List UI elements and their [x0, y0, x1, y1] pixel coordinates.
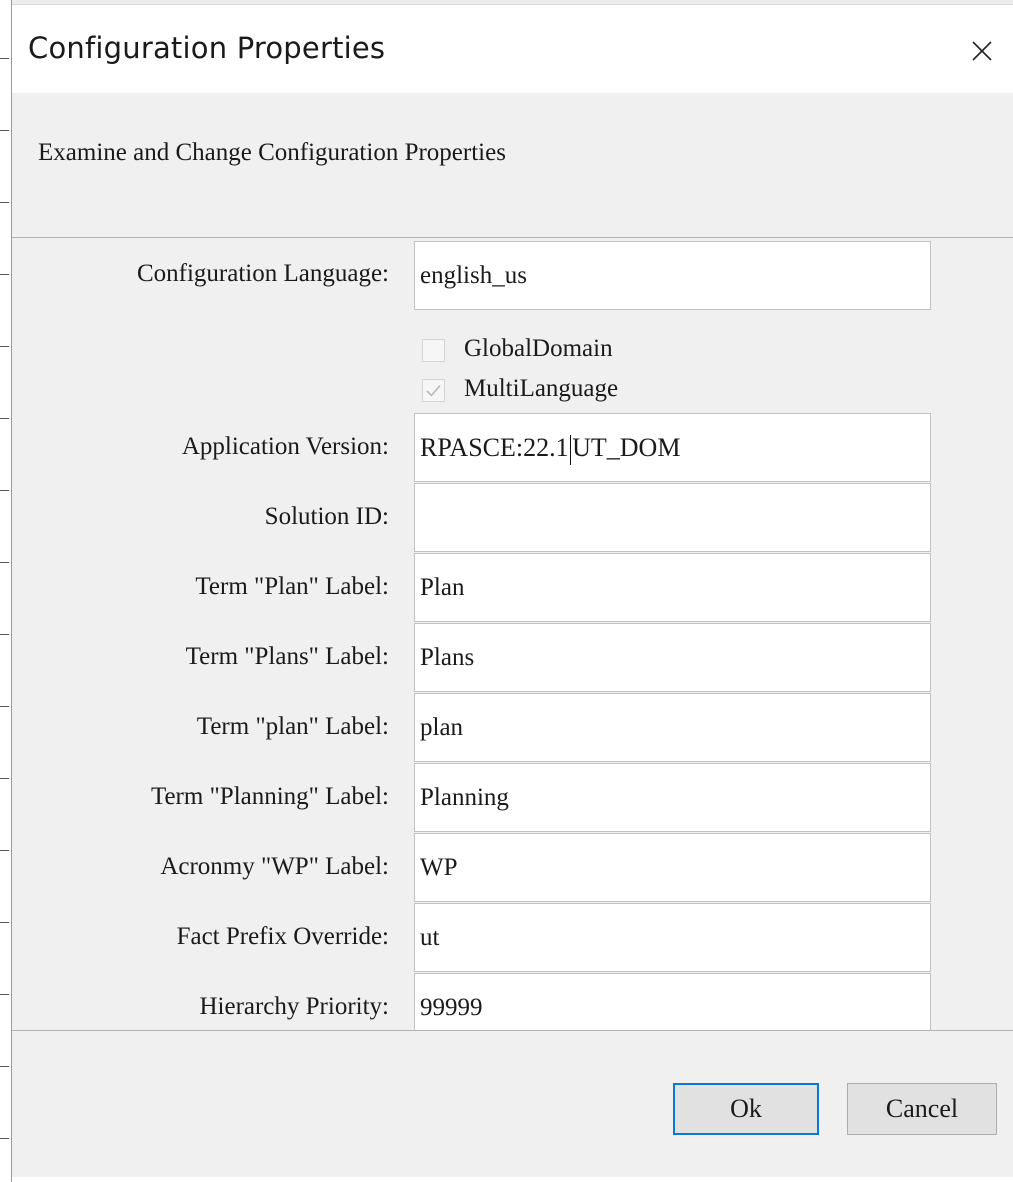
edge-tick: [0, 346, 9, 347]
close-button[interactable]: [966, 35, 998, 67]
solution-id-field[interactable]: [414, 483, 931, 552]
dialog-bottom-edge: [12, 1177, 1013, 1182]
edge-tick: [0, 562, 9, 563]
edge-tick: [0, 418, 9, 419]
edge-tick: [0, 58, 9, 59]
edge-tick: [0, 850, 9, 851]
background-window-edge: [0, 0, 12, 1182]
fact-prefix-override-label: Fact Prefix Override:: [176, 923, 389, 950]
term-plan-lowercase-field[interactable]: plan: [414, 693, 931, 762]
edge-tick: [0, 1066, 9, 1067]
edge-tick: [0, 634, 9, 635]
multi-language-label: MultiLanguage: [464, 375, 619, 402]
application-version-value-end: UT_DOM: [572, 433, 681, 462]
edge-tick: [0, 994, 9, 995]
cancel-button[interactable]: Cancel: [847, 1083, 997, 1135]
acronym-wp-field[interactable]: WP: [414, 833, 931, 902]
application-version-label: Application Version:: [181, 433, 389, 460]
term-plan-field[interactable]: Plan: [414, 553, 931, 622]
edge-tick: [0, 778, 9, 779]
term-plan-label: Term "Plan" Label:: [195, 573, 389, 600]
dialog-subtitle: Examine and Change Configuration Propert…: [38, 139, 506, 166]
checkmark-icon: [426, 384, 441, 397]
dialog-titlebar[interactable]: Configuration Properties: [12, 5, 1013, 93]
hierarchy-priority-field[interactable]: 99999: [414, 973, 931, 1030]
dialog-title: Configuration Properties: [28, 31, 386, 65]
edge-tick: [0, 1138, 9, 1139]
application-version-value-start: RPASCE:22.1: [420, 433, 569, 462]
configuration-language-label: Configuration Language:: [136, 260, 389, 287]
hierarchy-priority-label: Hierarchy Priority:: [199, 993, 389, 1020]
edge-tick: [0, 490, 9, 491]
header-separator: [12, 237, 1013, 238]
text-caret: [569, 435, 572, 466]
acronym-wp-label: Acronmy "WP" Label:: [160, 853, 389, 880]
configuration-properties-dialog: Configuration Properties Examine and Cha…: [12, 5, 1013, 1182]
edge-tick: [0, 130, 9, 131]
term-planning-field[interactable]: Planning: [414, 763, 931, 832]
application-version-field[interactable]: RPASCE:22.1 UT_DOM: [414, 413, 931, 482]
hierarchy-priority-value: 99999: [420, 994, 483, 1021]
solution-id-label: Solution ID:: [264, 503, 389, 530]
fact-prefix-override-field[interactable]: ut: [414, 903, 931, 972]
edge-tick: [0, 922, 9, 923]
close-icon: [972, 41, 992, 61]
global-domain-label: GlobalDomain: [464, 335, 613, 362]
global-domain-checkbox[interactable]: [422, 339, 445, 362]
term-planning-label: Term "Planning" Label:: [150, 783, 389, 810]
edge-tick: [0, 706, 9, 707]
term-plans-label: Term "Plans" Label:: [185, 643, 389, 670]
edge-tick: [0, 202, 9, 203]
screen: Configuration Properties Examine and Cha…: [0, 0, 1013, 1182]
configuration-language-field[interactable]: english_us: [414, 241, 931, 310]
term-plans-field[interactable]: Plans: [414, 623, 931, 692]
term-plan-lowercase-label: Term "plan" Label:: [196, 713, 389, 740]
edge-tick: [0, 274, 9, 275]
footer-separator: [12, 1030, 1013, 1031]
multi-language-checkbox[interactable]: [422, 379, 445, 402]
ok-button[interactable]: Ok: [673, 1083, 819, 1135]
